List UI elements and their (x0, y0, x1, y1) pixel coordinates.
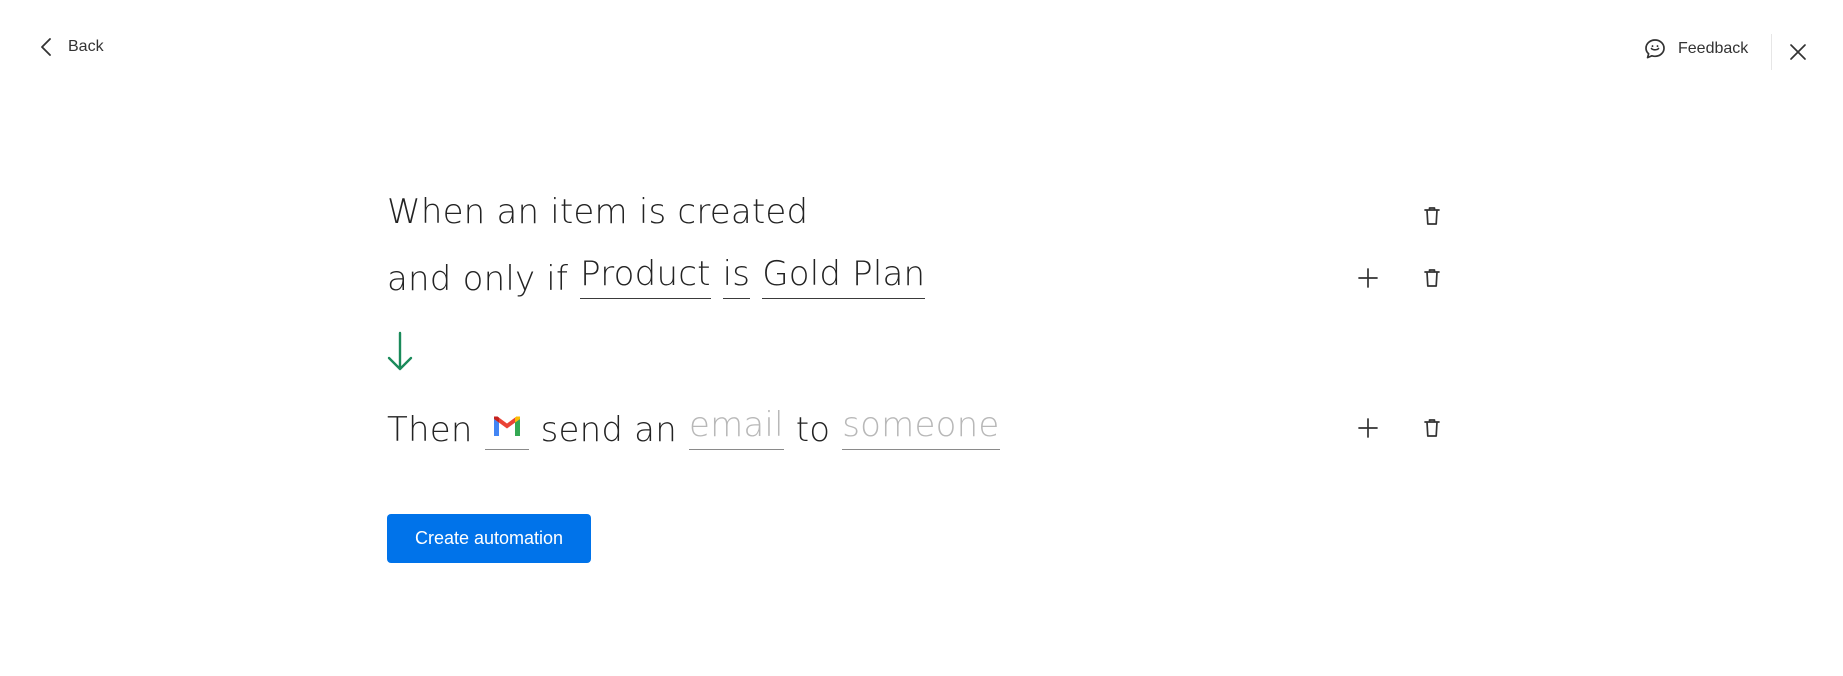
create-automation-button[interactable]: Create automation (387, 514, 591, 563)
back-label: Back (68, 38, 104, 55)
plus-icon[interactable] (1356, 416, 1380, 440)
trigger-text: When an item is created (387, 192, 809, 232)
back-button[interactable]: Back (40, 38, 104, 56)
gmail-icon (493, 416, 520, 436)
action-prefix: Then (387, 410, 473, 450)
action-object-selector[interactable]: email (688, 405, 784, 450)
feedback-label: Feedback (1678, 40, 1749, 57)
trash-icon[interactable] (1420, 416, 1444, 440)
arrow-down-icon (387, 331, 413, 371)
automation-builder: Back Feedback When an item is created an… (0, 0, 1843, 676)
chevron-left-icon (41, 38, 51, 56)
header-divider (1771, 34, 1772, 70)
trash-icon[interactable] (1420, 204, 1444, 228)
condition-sentence: and only if Product is Gold Plan (387, 254, 937, 299)
feedback-button[interactable]: Feedback (1644, 38, 1748, 60)
feedback-icon (1645, 39, 1665, 59)
condition-value-selector[interactable]: Gold Plan (762, 254, 926, 299)
condition-field-selector[interactable]: Product (580, 254, 711, 299)
condition-prefix: and only if (387, 259, 569, 299)
action-sentence: Then send an email to someone (387, 405, 1012, 450)
action-recipient-selector[interactable]: someone (842, 405, 1000, 450)
action-service-selector[interactable] (484, 409, 529, 450)
action-verb: send an (540, 410, 677, 450)
trigger-sentence: When an item is created (387, 192, 820, 232)
condition-operator-selector[interactable]: is (722, 254, 751, 299)
action-connector: to (795, 410, 831, 450)
plus-icon[interactable] (1356, 266, 1380, 290)
close-icon[interactable] (1788, 42, 1808, 62)
trash-icon[interactable] (1420, 266, 1444, 290)
